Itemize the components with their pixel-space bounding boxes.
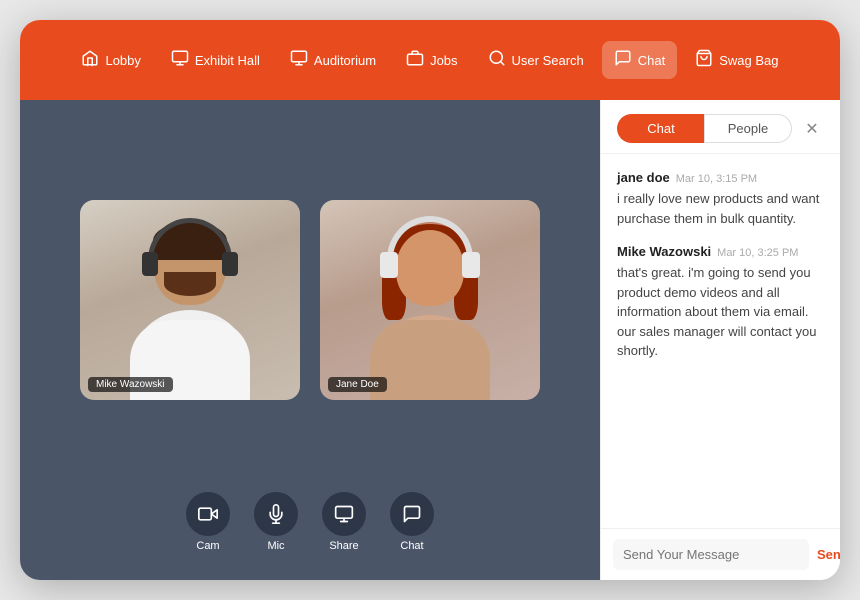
- nav-label-exhibit-hall: Exhibit Hall: [195, 53, 260, 68]
- chat-ctrl-icon: [402, 504, 422, 524]
- mic-icon: [266, 504, 286, 524]
- share-label: Share: [329, 540, 358, 552]
- nav-item-chat[interactable]: Chat: [602, 41, 677, 79]
- video-feeds: Mike Wazowski: [40, 120, 580, 480]
- nav-item-user-search[interactable]: User Search: [476, 41, 596, 79]
- chat-panel-header: Chat People ✕: [601, 100, 840, 154]
- chat-ctrl-icon-wrap: [390, 492, 434, 536]
- tab-people[interactable]: People: [704, 114, 792, 143]
- video-tile-jane: Jane Doe: [320, 200, 540, 400]
- cam-label: Cam: [196, 540, 219, 552]
- chat-ctrl-label: Chat: [400, 540, 423, 552]
- chat-panel: Chat People ✕ jane doe Mar 10, 3:15 PM i…: [600, 100, 840, 580]
- top-navigation: Lobby Exhibit Hall Auditorium: [20, 20, 840, 100]
- video-controls: Cam Mic Share: [40, 480, 580, 560]
- video-tile-mike: Mike Wazowski: [80, 200, 300, 400]
- message-text-1: that's great. i'm going to send you prod…: [617, 263, 824, 361]
- cam-icon: [198, 504, 218, 524]
- message-meta-0: jane doe Mar 10, 3:15 PM: [617, 170, 824, 185]
- chat-tab-group: Chat People: [617, 114, 792, 143]
- nav-label-user-search: User Search: [512, 53, 584, 68]
- message-meta-1: Mike Wazowski Mar 10, 3:25 PM: [617, 244, 824, 259]
- cam-icon-wrap: [186, 492, 230, 536]
- video-area: Mike Wazowski: [20, 100, 600, 580]
- jobs-icon: [406, 49, 424, 71]
- search-icon: [488, 49, 506, 71]
- send-message-button[interactable]: Send: [817, 547, 840, 562]
- video-label-jane: Jane Doe: [328, 377, 387, 392]
- tab-chat[interactable]: Chat: [617, 114, 704, 143]
- participant-video-mike: [80, 200, 300, 400]
- share-control[interactable]: Share: [322, 492, 366, 552]
- auditorium-icon: [290, 49, 308, 71]
- message-text-0: i really love new products and want purc…: [617, 189, 824, 228]
- mic-icon-wrap: [254, 492, 298, 536]
- message-sender-1: Mike Wazowski: [617, 244, 711, 259]
- nav-item-lobby[interactable]: Lobby: [69, 41, 152, 79]
- video-label-mike: Mike Wazowski: [88, 377, 173, 392]
- participant-video-jane: [320, 200, 540, 400]
- nav-item-auditorium[interactable]: Auditorium: [278, 41, 388, 79]
- nav-label-chat: Chat: [638, 53, 665, 68]
- message-time-0: Mar 10, 3:15 PM: [676, 173, 757, 185]
- close-chat-button[interactable]: ✕: [800, 117, 824, 141]
- nav-label-swag-bag: Swag Bag: [719, 53, 778, 68]
- mic-control[interactable]: Mic: [254, 492, 298, 552]
- share-icon: [334, 504, 354, 524]
- chat-message-input[interactable]: [613, 539, 809, 570]
- chat-messages: jane doe Mar 10, 3:15 PM i really love n…: [601, 154, 840, 528]
- swag-bag-icon: [695, 49, 713, 71]
- nav-label-jobs: Jobs: [430, 53, 457, 68]
- home-icon: [81, 49, 99, 71]
- nav-item-jobs[interactable]: Jobs: [394, 41, 469, 79]
- chat-input-area: Send: [601, 528, 840, 580]
- cam-control[interactable]: Cam: [186, 492, 230, 552]
- device-frame: Lobby Exhibit Hall Auditorium: [20, 20, 840, 580]
- exhibit-icon: [171, 49, 189, 71]
- chat-control[interactable]: Chat: [390, 492, 434, 552]
- nav-label-auditorium: Auditorium: [314, 53, 376, 68]
- message-block-0: jane doe Mar 10, 3:15 PM i really love n…: [617, 170, 824, 228]
- chat-icon: [614, 49, 632, 71]
- nav-label-lobby: Lobby: [105, 53, 140, 68]
- mic-label: Mic: [267, 540, 284, 552]
- nav-item-exhibit-hall[interactable]: Exhibit Hall: [159, 41, 272, 79]
- message-time-1: Mar 10, 3:25 PM: [717, 247, 798, 259]
- message-sender-0: jane doe: [617, 170, 670, 185]
- main-content: Mike Wazowski: [20, 100, 840, 580]
- nav-item-swag-bag[interactable]: Swag Bag: [683, 41, 790, 79]
- message-block-1: Mike Wazowski Mar 10, 3:25 PM that's gre…: [617, 244, 824, 361]
- share-icon-wrap: [322, 492, 366, 536]
